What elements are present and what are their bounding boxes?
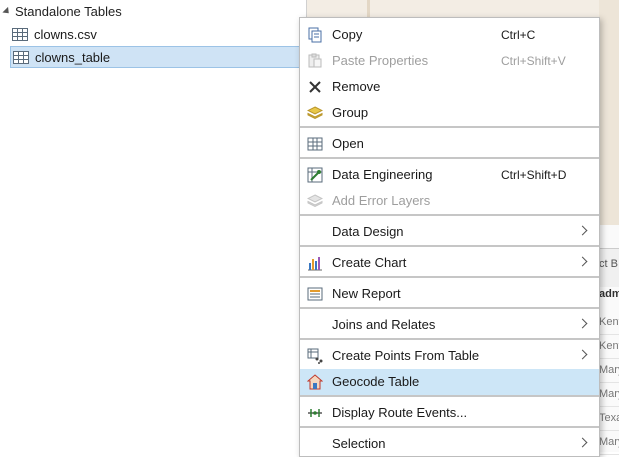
table-item-clowns-csv[interactable]: clowns.csv: [10, 23, 97, 45]
menu-item-label: Copy: [332, 27, 363, 42]
menu-item-display-route-events[interactable]: Display Route Events...: [300, 400, 599, 426]
submenu-arrow-icon: [577, 225, 588, 236]
menu-item-remove[interactable]: Remove: [300, 74, 599, 100]
map-edge: [599, 0, 619, 225]
route-events-icon: [307, 405, 323, 421]
menu-item-selection[interactable]: Selection: [300, 431, 599, 457]
menu-item-shortcut: Ctrl+Shift+V: [501, 54, 566, 68]
menu-separator: [300, 395, 599, 397]
menu-separator: [300, 426, 599, 428]
menu-item-label: Display Route Events...: [332, 405, 468, 420]
menu-item-shortcut: Ctrl+Shift+D: [501, 168, 567, 182]
error-layers-icon: [307, 193, 323, 209]
menu-item-label: Create Chart: [332, 255, 407, 270]
data-engineering-icon: [307, 167, 323, 183]
submenu-arrow-icon: [577, 318, 588, 329]
copy-icon: [307, 27, 323, 43]
table-icon: [13, 50, 29, 64]
menu-item-label: New Report: [332, 286, 401, 301]
expand-caret-icon[interactable]: [2, 6, 12, 16]
geocode-icon: [307, 374, 323, 390]
menu-item-label: Geocode Table: [332, 374, 420, 389]
menu-item-label: Open: [332, 136, 364, 151]
menu-item-label: Data Design: [332, 224, 404, 239]
menu-item-add-error-layers[interactable]: Add Error Layers: [300, 188, 599, 214]
menu-item-create-points-from-table[interactable]: Create Points From Table: [300, 343, 599, 369]
menu-item-geocode-table[interactable]: Geocode Table: [300, 369, 599, 395]
menu-separator: [300, 276, 599, 278]
menu-item-label: Paste Properties: [332, 53, 429, 68]
group-title: Standalone Tables: [15, 3, 122, 19]
menu-item-create-chart[interactable]: Create Chart: [300, 250, 599, 276]
table-cell[interactable]: Mary: [599, 358, 619, 383]
menu-item-new-report[interactable]: New Report: [300, 281, 599, 307]
menu-item-label: Remove: [332, 79, 381, 94]
column-header-partial: ct B: [599, 258, 618, 270]
menu-separator: [300, 126, 599, 128]
menu-item-label: Data Engineering: [332, 167, 433, 182]
table-cell[interactable]: Mary: [599, 382, 619, 407]
group-icon: [307, 105, 323, 121]
table-cell[interactable]: Mary: [599, 430, 619, 455]
table-item-label: clowns.csv: [34, 26, 97, 42]
menu-separator: [300, 307, 599, 309]
menu-item-paste-properties[interactable]: Paste Properties Ctrl+Shift+V: [300, 48, 599, 74]
chart-icon: [307, 255, 323, 271]
table-item-clowns-table[interactable]: clowns_table: [10, 46, 302, 68]
table-cell[interactable]: Texa: [599, 406, 619, 431]
paste-properties-icon: [307, 53, 323, 69]
submenu-arrow-icon: [577, 256, 588, 267]
menu-item-label: Add Error Layers: [332, 193, 431, 208]
contents-pane: Standalone Tables clowns.csv clowns_tabl…: [0, 0, 306, 452]
remove-icon: [307, 79, 323, 95]
menu-separator: [300, 214, 599, 216]
menu-item-data-design[interactable]: Data Design: [300, 219, 599, 245]
points-from-table-icon: [307, 348, 323, 364]
submenu-arrow-icon: [577, 437, 588, 448]
table-item-label: clowns_table: [35, 49, 111, 65]
menu-item-copy[interactable]: Copy Ctrl+C: [300, 22, 599, 48]
column-header-partial: adm: [599, 288, 619, 300]
menu-item-label: Selection: [332, 436, 386, 451]
menu-item-open[interactable]: Open: [300, 131, 599, 157]
menu-item-shortcut: Ctrl+C: [501, 28, 536, 42]
menu-separator: [300, 245, 599, 247]
table-cell[interactable]: Kent: [599, 310, 619, 335]
menu-separator: [300, 338, 599, 340]
menu-item-joins-and-relates[interactable]: Joins and Relates: [300, 312, 599, 338]
context-menu: Copy Ctrl+C Paste Properties Ctrl+Shift+…: [299, 17, 600, 457]
menu-item-label: Create Points From Table: [332, 348, 480, 363]
menu-item-label: Group: [332, 105, 369, 120]
menu-item-label: Joins and Relates: [332, 317, 436, 332]
attribute-table-visible-strip: ct B adm Kent Kent Mary Mary Texa Mary: [599, 0, 619, 455]
table-cell[interactable]: Kent: [599, 334, 619, 359]
table-icon: [307, 136, 323, 152]
menu-item-data-engineering[interactable]: Data Engineering Ctrl+Shift+D: [300, 162, 599, 188]
report-icon: [307, 286, 323, 302]
menu-item-group[interactable]: Group: [300, 100, 599, 126]
submenu-arrow-icon: [577, 349, 588, 360]
menu-separator: [300, 157, 599, 159]
standalone-tables-group[interactable]: Standalone Tables: [0, 2, 122, 20]
table-icon: [12, 27, 28, 41]
